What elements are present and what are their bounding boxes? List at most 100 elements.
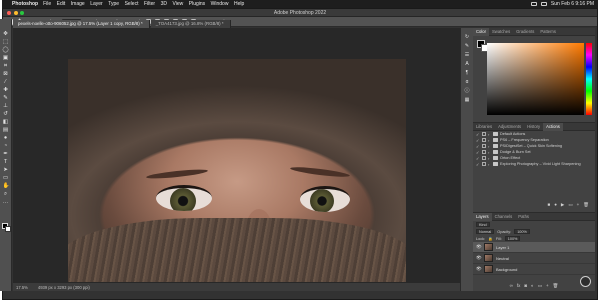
- menu-file[interactable]: File: [43, 1, 51, 7]
- adjustment-layer-icon[interactable]: ◐: [531, 283, 534, 289]
- rectangle-icon[interactable]: ▭: [3, 175, 9, 181]
- hue-slider[interactable]: [586, 43, 592, 115]
- dialog-toggle-icon[interactable]: [482, 162, 486, 166]
- fill-field[interactable]: 100%: [504, 236, 521, 241]
- eraser-icon[interactable]: ◧: [3, 119, 9, 125]
- tab-document-2[interactable]: _TOA4173.jpg @ 16.8% (RGB/8) *: [150, 20, 231, 28]
- tab-document-1[interactable]: pexels-noelle-otto-906052.jpg @ 17.5% (L…: [13, 20, 150, 28]
- check-icon[interactable]: ✓: [476, 132, 480, 137]
- frame-icon[interactable]: ⊠: [3, 71, 9, 77]
- blur-icon[interactable]: ●: [3, 135, 9, 141]
- add-mask-icon[interactable]: ◙: [524, 283, 527, 289]
- tab-swatches[interactable]: Swatches: [489, 28, 513, 36]
- character-icon[interactable]: A: [464, 61, 470, 67]
- action-set-row[interactable]: ✓ › Exploring Photography – Vivid Light Sh…: [473, 161, 595, 167]
- play-icon[interactable]: ▶: [561, 202, 564, 208]
- menu-type[interactable]: Type: [108, 1, 119, 7]
- document-image[interactable]: [68, 59, 406, 282]
- tab-layers[interactable]: Layers: [473, 212, 492, 221]
- menu-image[interactable]: Image: [71, 1, 85, 7]
- more-tools-icon[interactable]: …: [3, 199, 9, 205]
- healing-brush-icon[interactable]: ✚: [3, 87, 9, 93]
- menu-filter[interactable]: Filter: [144, 1, 155, 7]
- menu-select[interactable]: Select: [125, 1, 139, 7]
- dialog-toggle-icon[interactable]: [482, 156, 486, 160]
- chevron-right-icon[interactable]: ›: [488, 156, 491, 161]
- layer-name[interactable]: Neutral: [496, 256, 509, 261]
- check-icon[interactable]: ✓: [476, 150, 480, 155]
- chevron-right-icon[interactable]: ›: [488, 162, 491, 167]
- chevron-right-icon[interactable]: ›: [488, 150, 491, 155]
- lock-icon[interactable]: 🔒: [488, 236, 493, 241]
- new-set-icon[interactable]: ▭: [568, 202, 572, 208]
- layer-row[interactable]: 👁 Background: [473, 264, 595, 275]
- menu-edit[interactable]: Edit: [57, 1, 66, 7]
- dodge-icon[interactable]: ◔: [3, 143, 9, 149]
- tab-gradients[interactable]: Gradients: [513, 28, 537, 36]
- tab-libraries[interactable]: Libraries: [473, 123, 495, 131]
- layer-name[interactable]: Background: [496, 267, 517, 272]
- crop-icon[interactable]: ⌗: [3, 63, 9, 69]
- tab-actions[interactable]: Actions: [543, 122, 563, 131]
- glyphs-icon[interactable]: ɑ: [464, 79, 470, 85]
- close-window-button[interactable]: [7, 10, 11, 15]
- new-action-icon[interactable]: +: [577, 202, 580, 208]
- wifi-icon[interactable]: [540, 2, 547, 6]
- visibility-eye-icon[interactable]: 👁: [476, 244, 482, 250]
- stop-icon[interactable]: ■: [547, 202, 550, 208]
- chevron-right-icon[interactable]: ›: [488, 144, 491, 149]
- clock[interactable]: Sun Feb 6 9:16 PM: [551, 1, 594, 7]
- layer-row[interactable]: 👁 Layer 1: [473, 242, 595, 253]
- gradient-icon[interactable]: ▤: [3, 127, 9, 133]
- type-icon[interactable]: T: [3, 159, 9, 165]
- record-icon[interactable]: ●: [554, 202, 557, 208]
- check-icon[interactable]: ✓: [476, 162, 480, 167]
- menu-layer[interactable]: Layer: [90, 1, 103, 7]
- move-icon[interactable]: ✥: [3, 31, 9, 37]
- tab-history[interactable]: History: [524, 123, 543, 131]
- paragraph-icon[interactable]: ¶: [464, 70, 470, 76]
- canvas-area[interactable]: [13, 28, 460, 283]
- menu-3d[interactable]: 3D: [161, 1, 167, 7]
- brush-settings-icon[interactable]: ✎: [464, 43, 470, 49]
- object-select-icon[interactable]: ▣: [3, 55, 9, 61]
- visibility-eye-icon[interactable]: 👁: [476, 266, 482, 272]
- minimize-window-button[interactable]: [13, 10, 18, 15]
- clone-stamp-icon[interactable]: ⊥: [3, 103, 9, 109]
- chevron-right-icon[interactable]: ›: [488, 138, 491, 143]
- tab-paths[interactable]: Paths: [515, 213, 532, 221]
- opacity-field[interactable]: 100%: [514, 229, 530, 234]
- history-panel-icon[interactable]: ↻: [464, 34, 470, 40]
- menu-app-name[interactable]: Photoshop: [12, 1, 38, 7]
- tab-color[interactable]: Color: [473, 27, 490, 36]
- document-info[interactable]: 4939 px x 3293 px (300 ppi): [38, 285, 90, 290]
- dialog-toggle-icon[interactable]: [482, 138, 486, 142]
- pen-icon[interactable]: ✒: [3, 151, 9, 157]
- menu-view[interactable]: View: [173, 1, 184, 7]
- menu-help[interactable]: Help: [234, 1, 244, 7]
- zoom-level[interactable]: 17.5%: [16, 285, 28, 290]
- marquee-icon[interactable]: ⬚: [3, 39, 9, 45]
- tab-channels[interactable]: Channels: [492, 213, 516, 221]
- menu-window[interactable]: Window: [211, 1, 229, 7]
- brush-icon[interactable]: ✎: [3, 95, 9, 101]
- chevron-right-icon[interactable]: ›: [488, 132, 491, 137]
- layer-name[interactable]: Layer 1: [496, 245, 509, 250]
- dialog-toggle-icon[interactable]: [482, 150, 486, 154]
- layer-style-icon[interactable]: fx: [517, 283, 521, 289]
- dialog-toggle-icon[interactable]: [482, 132, 486, 136]
- new-layer-icon[interactable]: +: [546, 283, 549, 289]
- dialog-toggle-icon[interactable]: [482, 144, 486, 148]
- link-layers-icon[interactable]: ∞: [510, 283, 513, 289]
- color-picker-field[interactable]: [487, 43, 584, 115]
- delete-action-icon[interactable]: 🗑: [583, 202, 589, 208]
- check-icon[interactable]: ✓: [476, 138, 480, 143]
- layer-kind-filter[interactable]: Kind: [476, 222, 490, 227]
- new-group-icon[interactable]: ▭: [538, 283, 542, 289]
- layer-row[interactable]: 👁 Neutral: [473, 253, 595, 264]
- check-icon[interactable]: ✓: [476, 144, 480, 149]
- visibility-eye-icon[interactable]: 👁: [476, 255, 482, 261]
- delete-layer-icon[interactable]: 🗑: [553, 283, 559, 289]
- menu-plugins[interactable]: Plugins: [189, 1, 205, 7]
- hand-icon[interactable]: ✋: [3, 183, 10, 189]
